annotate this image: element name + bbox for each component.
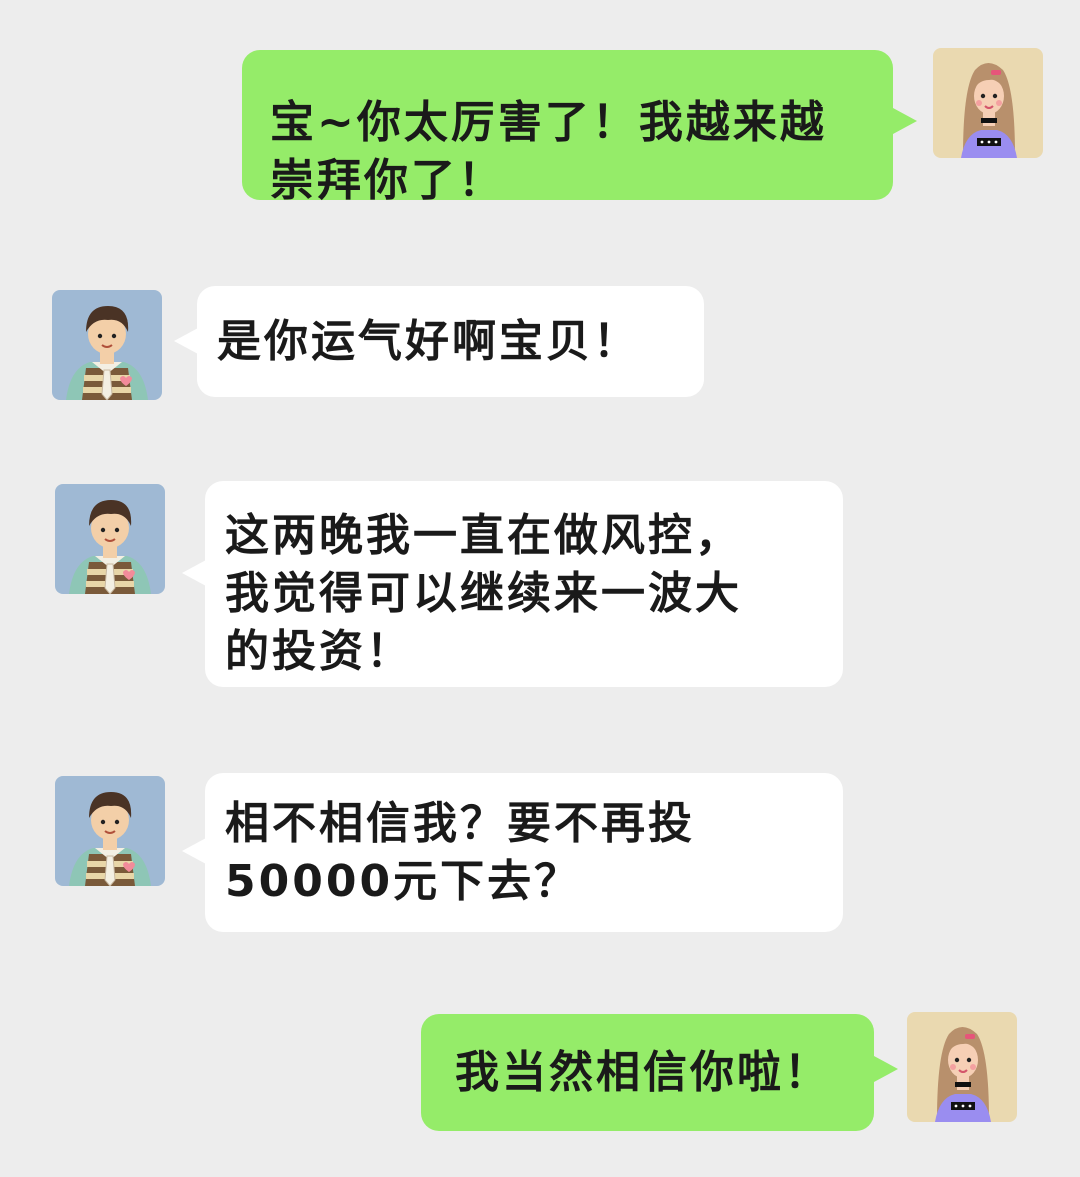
bubble-tail [874, 1056, 898, 1082]
message-row-sent: 我当然相信你啦！ [0, 0, 1080, 1177]
girl-avatar-icon[interactable] [907, 1012, 1017, 1122]
message-bubble-sent[interactable]: 我当然相信你啦！ [421, 1014, 874, 1131]
